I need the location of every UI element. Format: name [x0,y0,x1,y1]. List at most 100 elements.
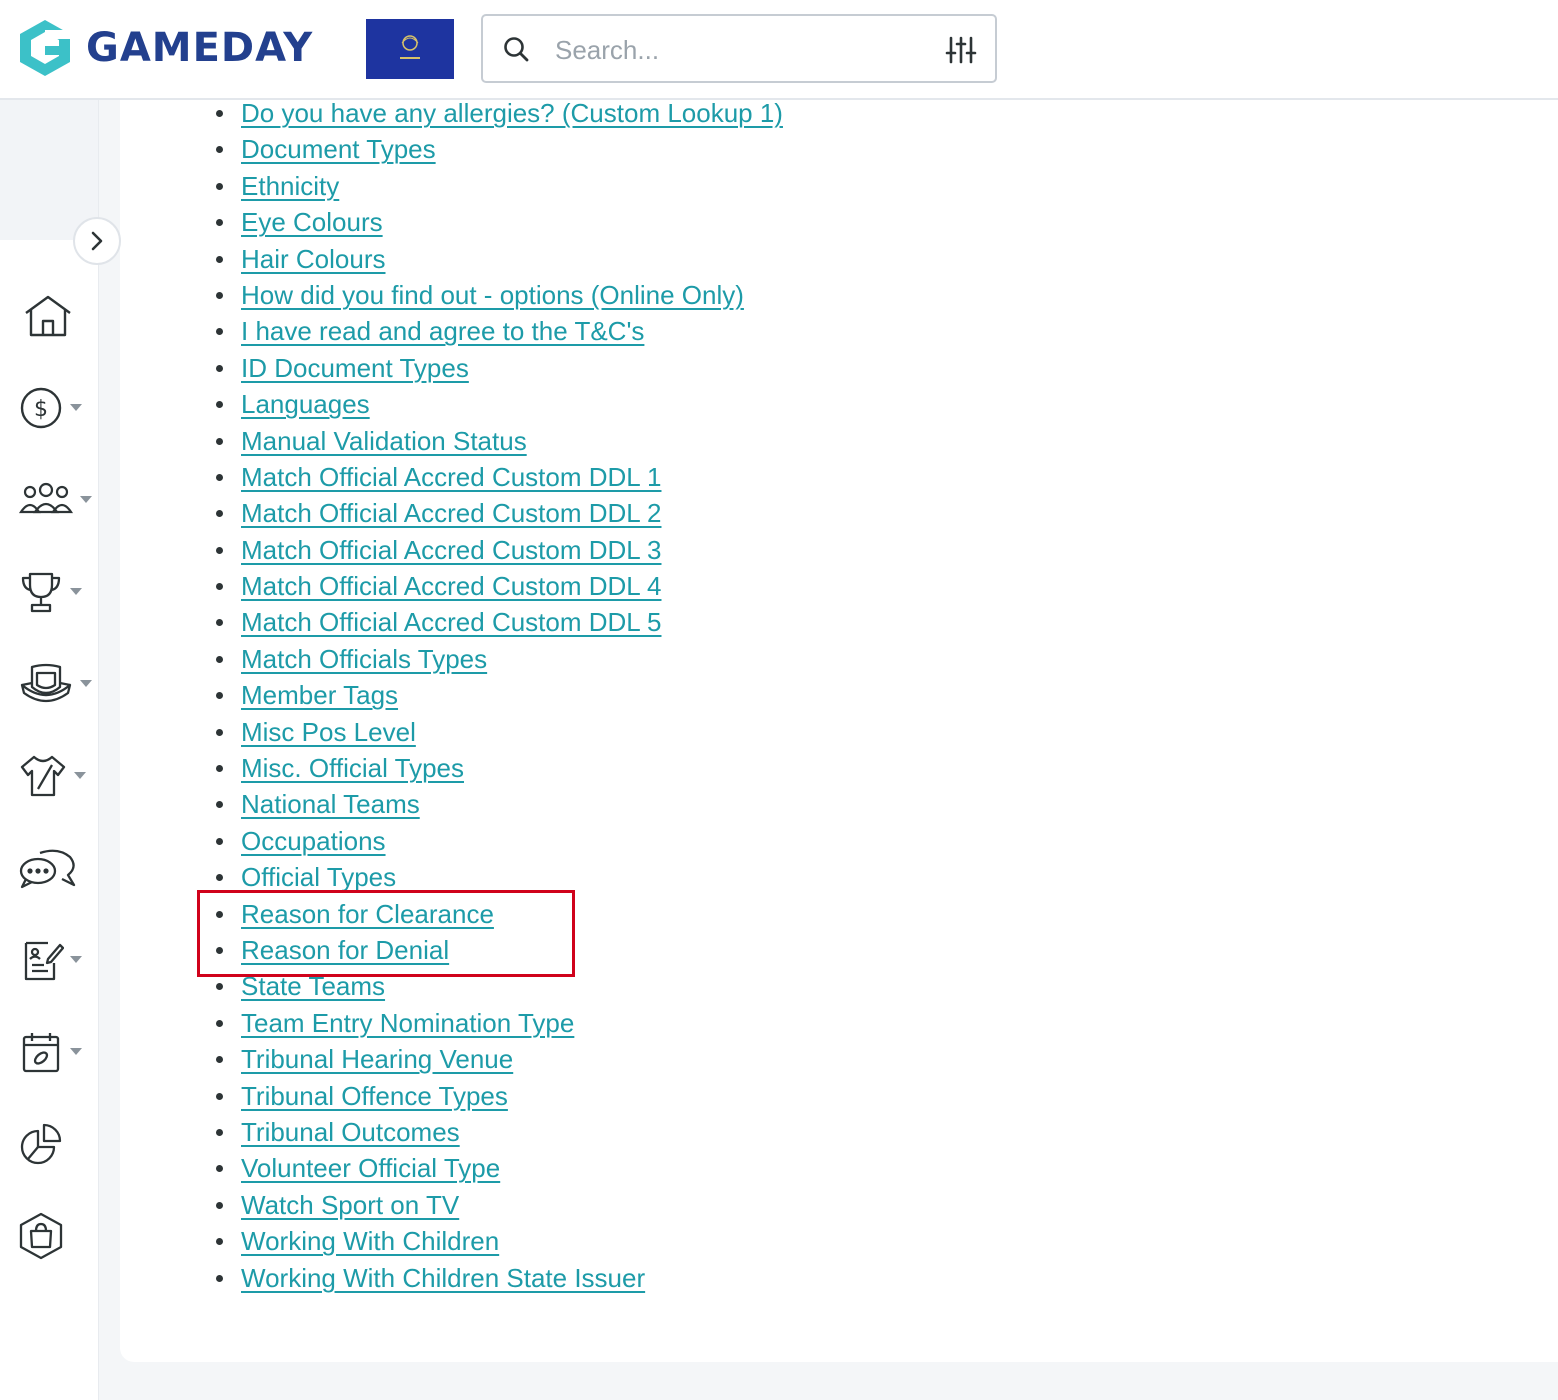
lookup-link[interactable]: Occupations [241,826,386,856]
lookup-link[interactable]: Match Official Accred Custom DDL 4 [241,571,661,601]
lookup-link[interactable]: How did you find out - options (Online O… [241,280,744,310]
caret-down-icon [70,956,82,963]
nav-teams[interactable] [18,748,94,804]
lookup-link[interactable]: Hair Colours [241,244,386,274]
caret-down-icon [80,496,92,503]
caret-down-icon [70,1048,82,1055]
lookup-link[interactable]: Match Official Accred Custom DDL 3 [241,535,661,565]
nav-finance[interactable]: $ [18,380,94,436]
list-item: Tribunal Outcomes [216,1114,783,1150]
lookup-link[interactable]: Ethnicity [241,171,339,201]
shopping-bag-icon [19,1212,63,1260]
caret-down-icon [70,404,82,411]
nav-shop[interactable] [18,1208,94,1264]
list-item: Volunteer Official Type [216,1150,783,1186]
caret-down-icon [74,772,86,779]
lookup-link[interactable]: Watch Sport on TV [241,1190,459,1220]
left-sidebar: $ [0,100,98,1400]
nav-forms[interactable] [18,932,94,988]
nav-communications[interactable] [18,840,94,896]
shield-icon [20,663,72,703]
gameday-logo[interactable]: GAMEDAY [18,18,313,78]
list-item: Do you have any allergies? (Custom Looku… [216,95,783,131]
list-item: Team Entry Nomination Type [216,1005,783,1041]
nav-home[interactable] [18,288,94,344]
organisation-crest-icon [400,35,420,59]
lookup-link[interactable]: Working With Children State Issuer [241,1263,645,1293]
list-item: Misc. Official Types [216,750,783,786]
nav-clubs[interactable] [18,656,94,712]
lookup-link[interactable]: Tribunal Offence Types [241,1081,508,1111]
nav-calendar[interactable] [18,1024,94,1080]
lookup-link[interactable]: Team Entry Nomination Type [241,1008,574,1038]
list-item: Reason for Clearance [216,896,783,932]
caret-down-icon [70,588,82,595]
filter-sliders-icon[interactable] [945,34,977,66]
lookup-link[interactable]: Working With Children [241,1226,499,1256]
reason-for-clearance-link[interactable]: Reason for Clearance [241,899,494,929]
list-item: Hair Colours [216,241,783,277]
nav-competitions[interactable] [18,564,94,620]
search-bar[interactable] [481,14,997,83]
lookup-link[interactable]: Eye Colours [241,207,383,237]
list-item: Match Official Accred Custom DDL 4 [216,568,783,604]
list-item: Ethnicity [216,168,783,204]
list-item: Tribunal Offence Types [216,1078,783,1114]
chat-icon [19,849,76,889]
list-item: Manual Validation Status [216,423,783,459]
search-icon [504,37,529,62]
search-input[interactable] [553,28,927,72]
organisation-badge[interactable] [366,19,454,79]
nav-members[interactable] [18,472,94,528]
svg-text:$: $ [34,397,48,422]
lookup-link[interactable]: Misc. Official Types [241,753,464,783]
lookup-link[interactable]: I have read and agree to the T&C's [241,316,644,346]
reason-for-denial-link[interactable]: Reason for Denial [241,935,449,965]
lookup-link[interactable]: Manual Validation Status [241,426,527,456]
lookup-link[interactable]: State Teams [241,971,385,1001]
lookup-link[interactable]: Misc Pos Level [241,717,416,747]
lookup-link[interactable]: Volunteer Official Type [241,1153,500,1183]
sidebar-expand-button[interactable] [73,217,121,265]
list-item: Working With Children [216,1223,783,1259]
calendar-icon [22,1033,60,1073]
list-item: Languages [216,386,783,422]
list-item: Occupations [216,823,783,859]
lookup-link[interactable]: Member Tags [241,680,398,710]
list-item: Working With Children State Issuer [216,1260,783,1296]
lookup-link[interactable]: Match Officials Types [241,644,487,674]
lookup-link[interactable]: Languages [241,389,370,419]
list-item: State Teams [216,968,783,1004]
lookup-link[interactable]: ID Document Types [241,353,469,383]
gameday-logo-icon [20,20,70,76]
list-item: Match Officials Types [216,641,783,677]
sidebar-header-area [0,100,98,240]
lookup-link-list: Do you have any allergies? (Custom Looku… [216,95,783,1296]
list-item: Match Official Accred Custom DDL 5 [216,604,783,640]
list-item: Tribunal Hearing Venue [216,1041,783,1077]
list-item: Document Types [216,131,783,167]
lookup-link[interactable]: Official Types [241,862,396,892]
list-item: Watch Sport on TV [216,1187,783,1223]
lookup-link[interactable]: National Teams [241,789,420,819]
list-item: National Teams [216,786,783,822]
nav-reports[interactable] [18,1116,94,1172]
list-item: Match Official Accred Custom DDL 2 [216,495,783,531]
list-item: Official Types [216,859,783,895]
jersey-icon [20,755,66,797]
list-item: Reason for Denial [216,932,783,968]
lookup-link[interactable]: Do you have any allergies? (Custom Looku… [241,98,783,128]
lookup-link[interactable]: Match Official Accred Custom DDL 1 [241,462,661,492]
list-item: Misc Pos Level [216,714,783,750]
list-item: I have read and agree to the T&C's [216,313,783,349]
lookup-link[interactable]: Tribunal Outcomes [241,1117,460,1147]
lookup-link[interactable]: Match Official Accred Custom DDL 2 [241,498,661,528]
lookup-link[interactable]: Tribunal Hearing Venue [241,1044,513,1074]
pie-chart-icon [20,1123,62,1165]
caret-down-icon [80,680,92,687]
trophy-icon [21,572,61,613]
chevron-right-icon [91,231,103,251]
lookup-link[interactable]: Match Official Accred Custom DDL 5 [241,607,661,637]
lookup-link[interactable]: Document Types [241,134,436,164]
home-icon [25,295,71,337]
